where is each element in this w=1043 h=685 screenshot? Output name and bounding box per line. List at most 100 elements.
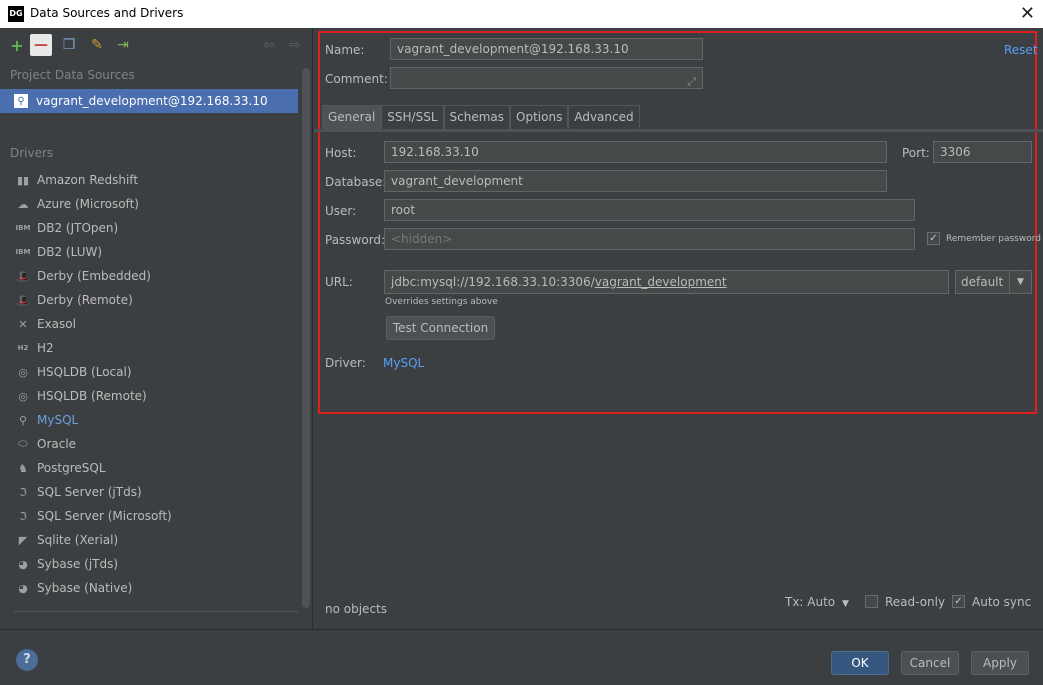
driver-item[interactable]: ✕ Exasol <box>0 312 298 336</box>
remember-password-checkbox[interactable]: ✓ <box>927 232 940 245</box>
remember-password-label: Remember password <box>946 234 1041 244</box>
driver-item[interactable]: ◕ Sybase (jTds) <box>0 552 298 576</box>
azure-icon: ☁ <box>17 197 29 211</box>
ok-button[interactable]: OK <box>831 651 889 675</box>
driver-item[interactable]: IBM DB2 (JTOpen) <box>0 216 298 240</box>
driver-item[interactable]: ⚲ MySQL <box>0 408 298 432</box>
tx-mode-label: Tx: Auto <box>785 595 836 609</box>
tab-advanced[interactable]: Advanced <box>568 105 640 129</box>
driver-label: Oracle <box>37 437 77 451</box>
db2-icon: IBM <box>15 224 31 232</box>
driver-label: HSQLDB (Local) <box>37 365 132 379</box>
driver-item[interactable]: ▮▮ Amazon Redshift <box>0 168 298 192</box>
name-input[interactable]: vagrant_development@192.168.33.10 <box>390 38 703 60</box>
redshift-icon: ▮▮ <box>16 173 30 187</box>
url-label: URL: <box>325 275 353 289</box>
sybase-icon: ◕ <box>18 557 28 571</box>
oracle-icon: ⬭ <box>18 437 28 450</box>
auto-sync-label: Auto sync <box>972 595 1032 609</box>
tab-options[interactable]: Options <box>510 105 569 129</box>
expand-icon[interactable]: ⤢ <box>687 72 696 88</box>
sybase-icon: ◕ <box>18 581 28 595</box>
driver-item[interactable]: ◎ HSQLDB (Local) <box>0 360 298 384</box>
tx-mode-dropdown[interactable]: Tx: Auto ▼ <box>785 595 849 609</box>
left-toolbar: + — ❐ ✎ ⇥ ⇦ ⇨ <box>0 28 312 62</box>
driver-label: Sybase (Native) <box>37 581 133 595</box>
import-icon[interactable]: ⇥ <box>112 34 134 56</box>
user-label: User: <box>325 204 357 218</box>
h2-icon: H2 <box>17 344 29 352</box>
right-panel: Name: vagrant_development@192.168.33.10 … <box>314 28 1043 629</box>
driver-item[interactable]: ☁ Azure (Microsoft) <box>0 192 298 216</box>
driver-label: Derby (Remote) <box>37 293 133 307</box>
mysql-icon: ⚲ <box>18 413 28 427</box>
url-input[interactable]: jdbc:mysql://192.168.33.10:3306/vagrant_… <box>384 270 949 294</box>
name-label: Name: <box>325 43 365 57</box>
datagrip-icon: DG <box>8 6 24 22</box>
driver-item[interactable]: ℑ SQL Server (jTds) <box>0 480 298 504</box>
port-input[interactable]: 3306 <box>933 141 1032 163</box>
port-label: Port: <box>902 146 930 160</box>
read-only-label: Read-only <box>885 595 946 609</box>
driver-item[interactable]: IBM DB2 (LUW) <box>0 240 298 264</box>
tab-underline <box>314 129 1043 132</box>
test-connection-button[interactable]: Test Connection <box>386 316 495 340</box>
driver-item[interactable]: 🎩 Derby (Embedded) <box>0 264 298 288</box>
driver-item[interactable]: ◤ Sqlite (Xerial) <box>0 528 298 552</box>
hsqldb-icon: ◎ <box>18 365 28 379</box>
user-input[interactable]: root <box>384 199 915 221</box>
close-icon[interactable]: ✕ <box>1020 3 1035 24</box>
driver-item[interactable]: ◎ HSQLDB (Remote) <box>0 384 298 408</box>
title-bar: DG Data Sources and Drivers ✕ <box>0 0 1043 28</box>
auto-sync-checkbox[interactable]: ✓ <box>952 595 965 608</box>
tab-general[interactable]: General <box>322 105 382 129</box>
derby-icon: 🎩 <box>16 293 30 307</box>
tab-ssh-ssl[interactable]: SSH/SSL <box>381 105 444 129</box>
read-only-checkbox[interactable] <box>865 595 878 608</box>
project-data-sources-header: Project Data Sources <box>10 68 135 82</box>
duplicate-icon[interactable]: ❐ <box>58 34 80 56</box>
driver-label: Exasol <box>37 317 76 331</box>
database-input[interactable]: vagrant_development <box>384 170 887 192</box>
left-scrollbar[interactable] <box>302 68 310 608</box>
driver-item[interactable]: H2 H2 <box>0 336 298 360</box>
tab-schemas[interactable]: Schemas <box>443 105 511 129</box>
url-mode-value: default <box>961 275 1004 289</box>
cancel-button[interactable]: Cancel <box>901 651 959 675</box>
driver-item[interactable]: ♞ PostgreSQL <box>0 456 298 480</box>
divider <box>14 611 298 612</box>
driver-label: DB2 (LUW) <box>37 245 103 259</box>
driver-label: DB2 (JTOpen) <box>37 221 119 235</box>
driver-item[interactable]: ⬭ Oracle <box>0 432 298 456</box>
driver-item[interactable]: ℑ SQL Server (Microsoft) <box>0 504 298 528</box>
driver-label: Driver: <box>325 356 366 370</box>
driver-label: MySQL <box>37 413 79 427</box>
driver-link[interactable]: MySQL <box>383 356 424 370</box>
driver-item[interactable]: ◕ Sybase (Native) <box>0 576 298 600</box>
tab-bar: General SSH/SSL Schemas Options Advanced <box>322 105 640 129</box>
bottom-bar: ? OK Cancel Apply <box>0 629 1043 685</box>
help-icon[interactable]: ? <box>16 649 38 671</box>
db2-icon: IBM <box>15 248 31 256</box>
comment-input[interactable]: ⤢ <box>390 67 703 89</box>
remove-icon[interactable]: — <box>30 34 52 56</box>
driver-label: SQL Server (Microsoft) <box>37 509 172 523</box>
driver-item[interactable]: 🎩 Derby (Remote) <box>0 288 298 312</box>
wrench-icon[interactable]: ✎ <box>86 34 108 56</box>
driver-label: Amazon Redshift <box>37 173 139 187</box>
url-mode-dropdown[interactable]: default ▼ <box>955 270 1032 294</box>
reset-link[interactable]: Reset <box>1004 43 1038 57</box>
data-source-label: vagrant_development@192.168.33.10 <box>36 94 268 108</box>
back-arrow-icon[interactable]: ⇦ <box>258 34 280 56</box>
forward-arrow-icon[interactable]: ⇨ <box>284 34 306 56</box>
data-source-item[interactable]: ⚲ vagrant_development@192.168.33.10 <box>0 89 298 113</box>
apply-button[interactable]: Apply <box>971 651 1029 675</box>
drivers-header: Drivers <box>10 146 54 160</box>
driver-label: PostgreSQL <box>37 461 106 475</box>
add-icon[interactable]: + <box>6 34 28 56</box>
window-title: Data Sources and Drivers <box>30 6 184 20</box>
sqlite-icon: ◤ <box>18 533 28 547</box>
host-input[interactable]: 192.168.33.10 <box>384 141 887 163</box>
password-input[interactable]: <hidden> <box>384 228 915 250</box>
exasol-icon: ✕ <box>18 317 28 331</box>
